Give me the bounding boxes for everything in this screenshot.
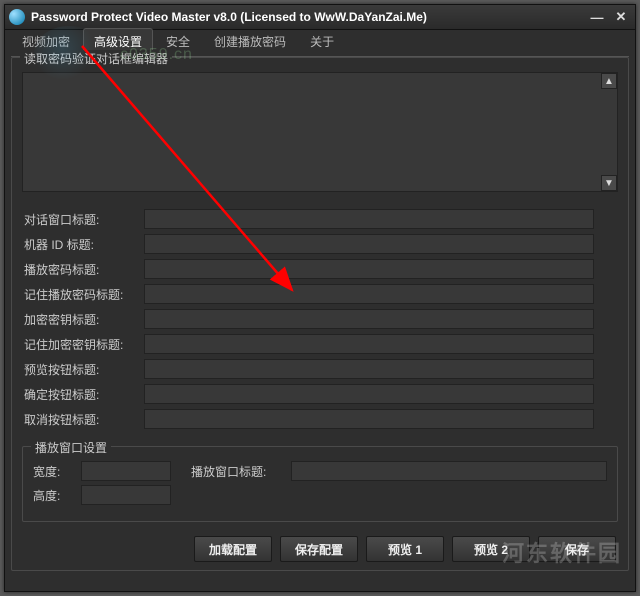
tab-about[interactable]: 关于 [299, 28, 345, 56]
row-play-password: 播放密码标题: [24, 259, 616, 279]
input-height[interactable] [81, 485, 171, 505]
label-play-password: 播放密码标题: [24, 261, 144, 278]
label-play-window-title: 播放窗口标题: [191, 463, 291, 480]
content-area: 读取密码验证对话框编辑器 ▲ ▼ 对话窗口标题: 机器 ID 标题: 播放密码标… [11, 57, 629, 585]
input-ok-button[interactable] [144, 384, 594, 404]
input-play-password[interactable] [144, 259, 594, 279]
save-button[interactable]: 保存 [538, 536, 616, 562]
scroll-up-icon[interactable]: ▲ [601, 73, 617, 89]
minimize-button[interactable]: — [587, 9, 607, 25]
row-preview-button: 预览按钮标题: [24, 359, 616, 379]
window-title: Password Protect Video Master v8.0 (Lice… [31, 10, 583, 24]
label-ok-button: 确定按钮标题: [24, 386, 144, 403]
row-remember-encrypt-key: 记住加密密钥标题: [24, 334, 616, 354]
input-cancel-button[interactable] [144, 409, 594, 429]
editor-textarea[interactable]: ▲ ▼ [22, 72, 618, 192]
app-icon [9, 9, 25, 25]
editor-group-title: 读取密码验证对话框编辑器 [20, 50, 172, 67]
row-ok-button: 确定按钮标题: [24, 384, 616, 404]
input-encrypt-key[interactable] [144, 309, 594, 329]
input-dialog-title[interactable] [144, 209, 594, 229]
tab-create-play-password[interactable]: 创建播放密码 [203, 28, 297, 56]
label-remember-encrypt-key: 记住加密密钥标题: [24, 336, 144, 353]
input-preview-button[interactable] [144, 359, 594, 379]
preview1-button[interactable]: 预览 1 [366, 536, 444, 562]
save-config-button[interactable]: 保存配置 [280, 536, 358, 562]
load-config-button[interactable]: 加载配置 [194, 536, 272, 562]
close-button[interactable]: ✕ [611, 9, 631, 25]
row-dialog-title: 对话窗口标题: [24, 209, 616, 229]
row-encrypt-key: 加密密钥标题: [24, 309, 616, 329]
label-cancel-button: 取消按钮标题: [24, 411, 144, 428]
label-preview-button: 预览按钮标题: [24, 361, 144, 378]
scroll-down-icon[interactable]: ▼ [601, 175, 617, 191]
preview2-button[interactable]: 预览 2 [452, 536, 530, 562]
title-bar: Password Protect Video Master v8.0 (Lice… [5, 5, 635, 30]
row-cancel-button: 取消按钮标题: [24, 409, 616, 429]
input-remember-play-password[interactable] [144, 284, 594, 304]
label-machine-id: 机器 ID 标题: [24, 236, 144, 253]
play-window-row1: 宽度: 播放窗口标题: [33, 461, 607, 481]
play-window-row2: 高度: [33, 485, 607, 505]
row-remember-play-password: 记住播放密码标题: [24, 284, 616, 304]
label-width: 宽度: [33, 463, 81, 480]
play-window-group-title: 播放窗口设置 [31, 439, 111, 456]
input-machine-id[interactable] [144, 234, 594, 254]
play-window-group: 播放窗口设置 宽度: 播放窗口标题: 高度: [22, 446, 618, 522]
app-window: Password Protect Video Master v8.0 (Lice… [4, 4, 636, 592]
editor-group: 读取密码验证对话框编辑器 ▲ ▼ 对话窗口标题: 机器 ID 标题: 播放密码标… [11, 57, 629, 571]
input-play-window-title[interactable] [291, 461, 607, 481]
label-encrypt-key: 加密密钥标题: [24, 311, 144, 328]
label-height: 高度: [33, 487, 81, 504]
input-remember-encrypt-key[interactable] [144, 334, 594, 354]
fields-form: 对话窗口标题: 机器 ID 标题: 播放密码标题: 记住播放密码标题: 加密密钥… [22, 202, 618, 438]
label-dialog-title: 对话窗口标题: [24, 211, 144, 228]
label-remember-play-password: 记住播放密码标题: [24, 286, 144, 303]
footer-buttons: 加载配置 保存配置 预览 1 预览 2 保存 [22, 536, 618, 562]
input-width[interactable] [81, 461, 171, 481]
row-machine-id: 机器 ID 标题: [24, 234, 616, 254]
